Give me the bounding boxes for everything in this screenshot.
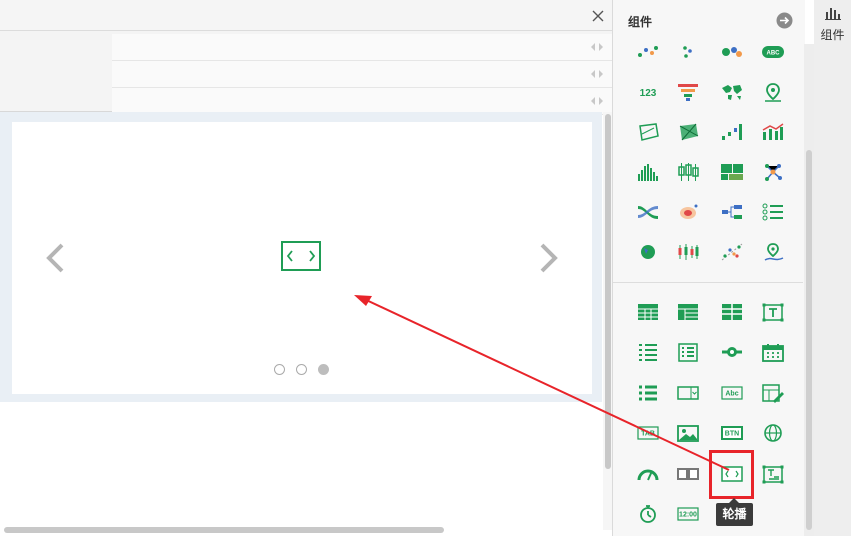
- detail-list-icon[interactable]: [676, 342, 700, 363]
- list-report-icon[interactable]: [636, 342, 660, 362]
- timer-icon[interactable]: [636, 504, 660, 524]
- bubble-icon[interactable]: [720, 42, 744, 62]
- text-box-icon[interactable]: [761, 302, 785, 322]
- radar-icon[interactable]: [636, 122, 660, 142]
- histogram-icon[interactable]: [636, 162, 660, 182]
- carousel-dot[interactable]: [318, 364, 329, 375]
- crosstab-icon[interactable]: [676, 302, 700, 322]
- left-right-arrows-icon[interactable]: [590, 42, 604, 52]
- candlestick-icon[interactable]: [676, 242, 700, 262]
- carousel-icon: [281, 241, 321, 271]
- network-icon[interactable]: [761, 162, 785, 182]
- sankey-icon[interactable]: [636, 202, 660, 222]
- tab-icon[interactable]: TAB: [636, 423, 660, 443]
- text-input-label: Abc: [725, 390, 738, 397]
- number-label: 123: [640, 88, 657, 99]
- globe-chart-icon[interactable]: [636, 242, 660, 262]
- slider-icon[interactable]: [720, 342, 744, 362]
- image-icon[interactable]: [676, 423, 700, 443]
- step-bar-icon[interactable]: [720, 122, 744, 142]
- panel-title: 组件: [628, 15, 653, 29]
- table-icon[interactable]: [636, 302, 660, 322]
- edit-form-icon[interactable]: [761, 383, 785, 403]
- route-map-icon[interactable]: [761, 242, 785, 262]
- vertical-scroll-thumb[interactable]: [605, 114, 611, 469]
- chevron-left-icon[interactable]: [44, 242, 68, 274]
- split-icon[interactable]: [676, 464, 700, 484]
- carousel-tooltip: 轮播: [716, 503, 753, 526]
- property-row[interactable]: [112, 34, 612, 61]
- right-sidebar: [814, 0, 851, 536]
- carousel-dot[interactable]: [274, 364, 285, 375]
- scatter-icon[interactable]: [636, 42, 660, 62]
- word-cloud-icon[interactable]: ABC: [761, 42, 785, 62]
- panel-divider: [613, 282, 803, 283]
- button-label: BTN: [725, 431, 739, 438]
- gauge-icon[interactable]: [636, 464, 660, 484]
- editor-top-bar: [0, 0, 612, 31]
- radar-filled-icon[interactable]: [676, 122, 700, 142]
- clock-label: 12:00: [679, 512, 697, 519]
- property-row[interactable]: [112, 61, 612, 88]
- property-row[interactable]: [112, 88, 612, 115]
- panel-scroll-thumb[interactable]: [806, 150, 812, 530]
- treemap-icon[interactable]: [720, 162, 744, 182]
- list-tree-icon[interactable]: [761, 202, 785, 222]
- tree-icon[interactable]: [720, 202, 744, 222]
- world-map-icon[interactable]: [720, 82, 744, 102]
- horizontal-scroll-thumb[interactable]: [4, 527, 444, 533]
- highlight-box: [709, 450, 754, 499]
- close-icon[interactable]: [590, 8, 606, 24]
- text-frame-icon[interactable]: [761, 464, 785, 484]
- bar-chart-icon[interactable]: [825, 6, 841, 20]
- combo-chart-icon[interactable]: [761, 122, 785, 142]
- carousel-dot[interactable]: [296, 364, 307, 375]
- button-icon[interactable]: BTN: [720, 423, 744, 443]
- property-rows: [0, 31, 612, 115]
- left-right-arrows-icon[interactable]: [590, 96, 604, 106]
- calendar-icon[interactable]: [761, 342, 785, 363]
- scatter-trend-icon[interactable]: [720, 242, 744, 262]
- dropdown-icon[interactable]: [676, 383, 700, 403]
- clock-icon[interactable]: 12:00: [676, 504, 700, 524]
- word-cloud-label: ABC: [767, 51, 781, 57]
- sidebar-label[interactable]: 组件: [814, 26, 851, 43]
- left-right-arrows-icon[interactable]: [590, 69, 604, 79]
- heat-icon[interactable]: [676, 202, 700, 222]
- boxplot-icon[interactable]: [676, 162, 700, 182]
- tab-label: TAB: [641, 431, 655, 438]
- arrow-right-circle-icon[interactable]: [776, 12, 793, 29]
- dot-plot-icon[interactable]: [676, 42, 700, 62]
- text-input-icon[interactable]: Abc: [720, 383, 744, 403]
- funnel-icon[interactable]: [676, 82, 700, 102]
- chevron-right-icon[interactable]: [536, 242, 560, 274]
- map-pin-icon[interactable]: [761, 82, 785, 102]
- number-icon[interactable]: 123: [636, 82, 660, 102]
- grouped-table-icon[interactable]: [720, 302, 744, 322]
- web-icon[interactable]: [761, 423, 785, 443]
- list-icon[interactable]: [636, 383, 660, 403]
